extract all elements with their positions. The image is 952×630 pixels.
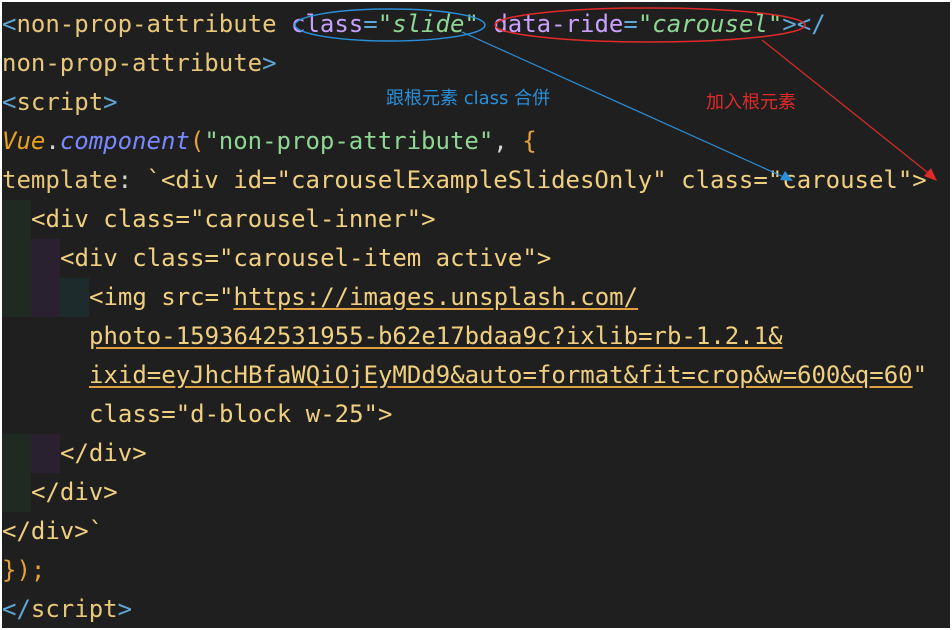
quote: " — [912, 361, 928, 389]
template-string: <div class="carousel-inner"> — [31, 205, 436, 233]
template-string: <div class="carousel-item active"> — [60, 244, 552, 272]
tag-close-bracket: > — [103, 88, 118, 116]
tag-name-script: script — [16, 88, 104, 116]
tag-close-bracket: ></ — [782, 10, 826, 38]
indent-guide — [2, 239, 31, 278]
code-line-4: Vue.component("non-prop-attribute", { — [2, 122, 537, 161]
tag-close-bracket: > — [117, 595, 133, 623]
open-brace: { — [522, 127, 537, 155]
indent-guide — [31, 434, 60, 473]
image-url-link[interactable]: https://images.unsplash.com/ — [234, 283, 639, 311]
equals-sign: = — [363, 10, 378, 38]
vue-object: Vue — [2, 127, 46, 155]
open-paren: ( — [189, 127, 205, 155]
tag-name: non-prop-attribute — [16, 10, 277, 38]
image-url-link[interactable]: ixid=eyJhcHBfaWQiOjEyMDd9&auto=format&fi… — [89, 361, 913, 389]
code-line-1: <non-prop-attribute class="slide" data-r… — [2, 5, 826, 44]
img-tag-start: <img src="https://images.unsplash.com/ — [89, 278, 638, 317]
attr-data-ride: data-ride — [493, 10, 624, 38]
component-method: component — [59, 127, 190, 155]
closing-brace-paren: }); — [2, 556, 46, 584]
add-to-root-annotation: 加入根元素 — [706, 92, 796, 113]
code-line-14: </div>` — [2, 512, 103, 551]
closing-div-template-end: </div>` — [2, 517, 104, 545]
attr-class: class — [291, 10, 364, 38]
closing-div: </div> — [60, 439, 147, 467]
template-string: `<div id="carouselExampleSlidesOnly" cla… — [146, 166, 927, 194]
code-line-16: </script> — [2, 590, 132, 628]
indent-guide — [2, 278, 31, 317]
indent-guide — [2, 200, 31, 239]
indent-guide — [2, 473, 31, 512]
merge-class-annotation: 跟根元素 class 合併 — [386, 88, 551, 109]
img-class-attr: class="d-block w-25"> — [89, 400, 393, 428]
tag-name-script: script — [30, 595, 118, 623]
code-line-2: non-prop-attribute> — [2, 44, 277, 83]
image-url-link[interactable]: photo-1593642531955-b62e17bdaa9c?ixlib=r… — [89, 317, 783, 356]
code-line-5: template: `<div id="carouselExampleSlide… — [2, 161, 927, 200]
code-line-15: }); — [2, 551, 45, 590]
img-src-prefix: <img src=" — [89, 283, 234, 311]
attr-value-carousel: "carousel" — [637, 10, 783, 38]
indent-guide — [60, 278, 89, 317]
colon: : — [117, 166, 147, 194]
tag-open-bracket: < — [2, 10, 17, 38]
tag-open-bracket: </ — [2, 595, 31, 623]
code-line-3: <script> — [2, 83, 118, 122]
tag-close-bracket: > — [262, 49, 277, 77]
comma: , — [493, 127, 523, 155]
indent-guide — [2, 434, 31, 473]
attr-value-slide: "slide" — [377, 10, 479, 38]
template-key: template — [2, 166, 118, 194]
component-name-string: "non-prop-attribute" — [204, 127, 494, 155]
dot: . — [45, 127, 60, 155]
tag-open-bracket: < — [2, 88, 17, 116]
url-line: ixid=eyJhcHBfaWQiOjEyMDd9&auto=format&fi… — [89, 356, 927, 395]
closing-div: </div> — [31, 478, 118, 506]
equals-sign: = — [623, 10, 638, 38]
indent-guide — [31, 239, 60, 278]
tag-name: non-prop-attribute — [2, 49, 263, 77]
indent-guide — [31, 278, 60, 317]
